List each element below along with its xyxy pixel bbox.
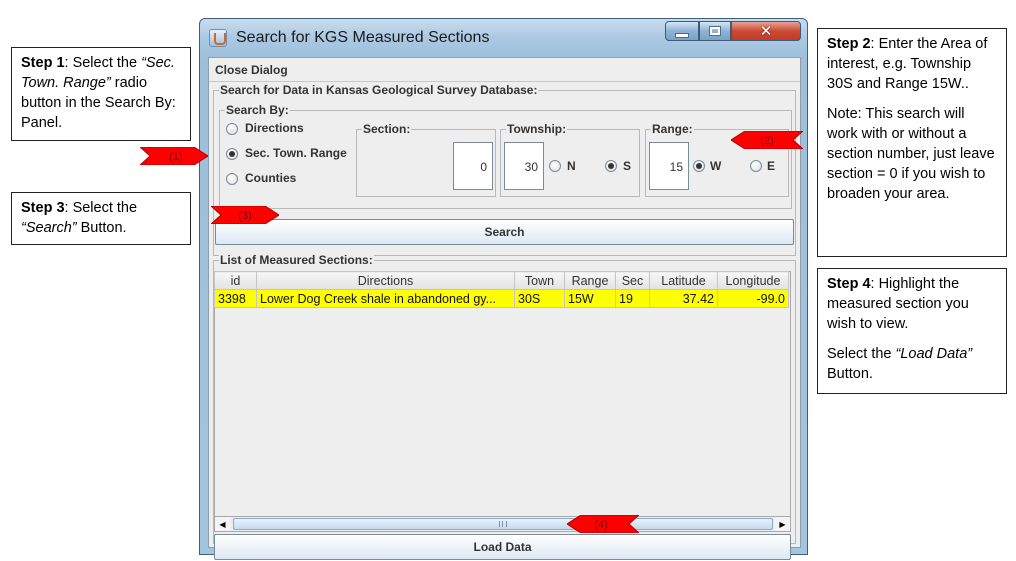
radio-range-w[interactable] [693, 160, 705, 172]
cell-range[interactable]: 15W [564, 289, 616, 308]
column-header-directions[interactable]: Directions [256, 271, 515, 290]
step2-note: Note: This search will work with or with… [827, 106, 995, 202]
marker-2-label: (2) [760, 135, 773, 147]
range-input[interactable]: 15 [649, 142, 689, 190]
column-header-latitude[interactable]: Latitude [649, 271, 718, 290]
column-header-town[interactable]: Town [514, 271, 565, 290]
table-header-row: id Directions Town Range Sec Latitude Lo… [214, 271, 789, 290]
load-data-button[interactable]: Load Data [214, 534, 791, 560]
radio-township-s[interactable] [605, 160, 617, 172]
scrollbar-thumb[interactable] [233, 518, 773, 530]
step1-text: : Select the [64, 55, 142, 71]
step4-lead: Step 4 [827, 276, 871, 292]
step2-lead: Step 2 [827, 36, 871, 52]
section-label: Section: [362, 122, 412, 136]
marker-1-label: (1) [169, 151, 182, 163]
township-label: Township: [506, 122, 568, 136]
radio-range-e-label: E [767, 159, 776, 173]
callout-step2: Step 2: Enter the Area of interest, e.g.… [817, 28, 1007, 257]
radio-counties-label: Counties [245, 171, 297, 185]
table-row[interactable]: 3398 Lower Dog Creek shale in abandoned … [214, 289, 789, 308]
maximize-button[interactable] [699, 21, 731, 41]
search-by-title: Search By: [225, 103, 290, 117]
column-header-id[interactable]: id [214, 271, 257, 290]
radio-range-e[interactable] [750, 160, 762, 172]
column-header-range[interactable]: Range [564, 271, 616, 290]
scroll-left-icon[interactable]: ◀ [215, 517, 230, 531]
step4-text-2: Select the [827, 346, 896, 362]
step3-emphasis: “Search” [21, 220, 77, 236]
results-panel-title: List of Measured Sections: [219, 253, 374, 267]
menu-divider [209, 81, 800, 82]
radio-sec-town-range[interactable] [226, 148, 238, 160]
step3-lead: Step 3 [21, 200, 65, 216]
cell-latitude[interactable]: 37.42 [649, 289, 718, 308]
township-group: Township: 30 N S [500, 122, 640, 197]
callout-step3: Step 3: Select the “Search” Button. [11, 192, 191, 245]
results-table: id Directions Town Range Sec Latitude Lo… [214, 271, 789, 308]
window-title: Search for KGS Measured Sections [236, 29, 490, 46]
step3-text: : Select the [64, 200, 138, 216]
column-header-sec[interactable]: Sec [615, 271, 650, 290]
radio-directions-label: Directions [245, 121, 304, 135]
cell-longitude[interactable]: -99.0 [717, 289, 789, 308]
step3-text-end: Button. [76, 220, 127, 236]
radio-counties[interactable] [226, 173, 238, 185]
java-app-icon [209, 29, 227, 47]
grip-icon [499, 521, 507, 527]
section-group: Section: 0 [356, 122, 496, 197]
cell-directions[interactable]: Lower Dog Creek shale in abandoned gy... [256, 289, 515, 308]
marker-4-arrow: (4) [567, 515, 639, 533]
marker-3-label: (3) [238, 210, 251, 222]
minimize-button[interactable] [665, 21, 699, 41]
search-dialog-window: Search for KGS Measured Sections ✕ Close… [199, 18, 808, 560]
scroll-right-icon[interactable]: ▶ [775, 517, 790, 531]
radio-township-s-label: S [623, 159, 632, 173]
range-label: Range: [651, 122, 694, 136]
callout-step1: Step 1: Select the “Sec. Town. Range” ra… [11, 47, 191, 141]
cell-sec[interactable]: 19 [615, 289, 650, 308]
step4-text-3: Button. [827, 366, 873, 382]
step4-emphasis: “Load Data” [895, 346, 973, 362]
marker-4-label: (4) [594, 519, 607, 531]
title-bar[interactable]: Search for KGS Measured Sections ✕ [200, 19, 807, 57]
close-dialog-menu[interactable]: Close Dialog [215, 63, 288, 77]
marker-3-arrow: (3) [211, 206, 279, 224]
horizontal-scrollbar[interactable]: ◀ ▶ [214, 516, 791, 532]
cell-town[interactable]: 30S [514, 289, 565, 308]
minimize-icon [675, 32, 689, 38]
search-by-panel: Search By: Directions Sec. Town. Range C… [219, 103, 792, 209]
radio-range-w-label: W [710, 159, 722, 173]
close-icon: ✕ [759, 22, 773, 40]
column-header-longitude[interactable]: Longitude [717, 271, 789, 290]
radio-sec-town-range-label: Sec. Town. Range [245, 146, 347, 160]
maximize-icon [709, 26, 721, 36]
radio-directions[interactable] [226, 123, 238, 135]
step1-lead: Step 1 [21, 55, 65, 71]
section-input[interactable]: 0 [453, 142, 493, 190]
callout-step4: Step 4: Highlight the measured section y… [817, 268, 1007, 394]
search-panel: Search for Data in Kansas Geological Sur… [213, 83, 796, 256]
cell-id[interactable]: 3398 [214, 289, 257, 308]
dialog-content: Close Dialog Search for Data in Kansas G… [208, 57, 801, 560]
search-panel-title: Search for Data in Kansas Geological Sur… [219, 83, 539, 97]
marker-2-arrow: (2) [731, 131, 803, 149]
township-input[interactable]: 30 [504, 142, 544, 190]
marker-1-arrow: (1) [140, 147, 208, 165]
close-window-button[interactable]: ✕ [731, 21, 801, 41]
search-button[interactable]: Search [215, 219, 794, 245]
radio-township-n[interactable] [549, 160, 561, 172]
radio-township-n-label: N [567, 159, 576, 173]
